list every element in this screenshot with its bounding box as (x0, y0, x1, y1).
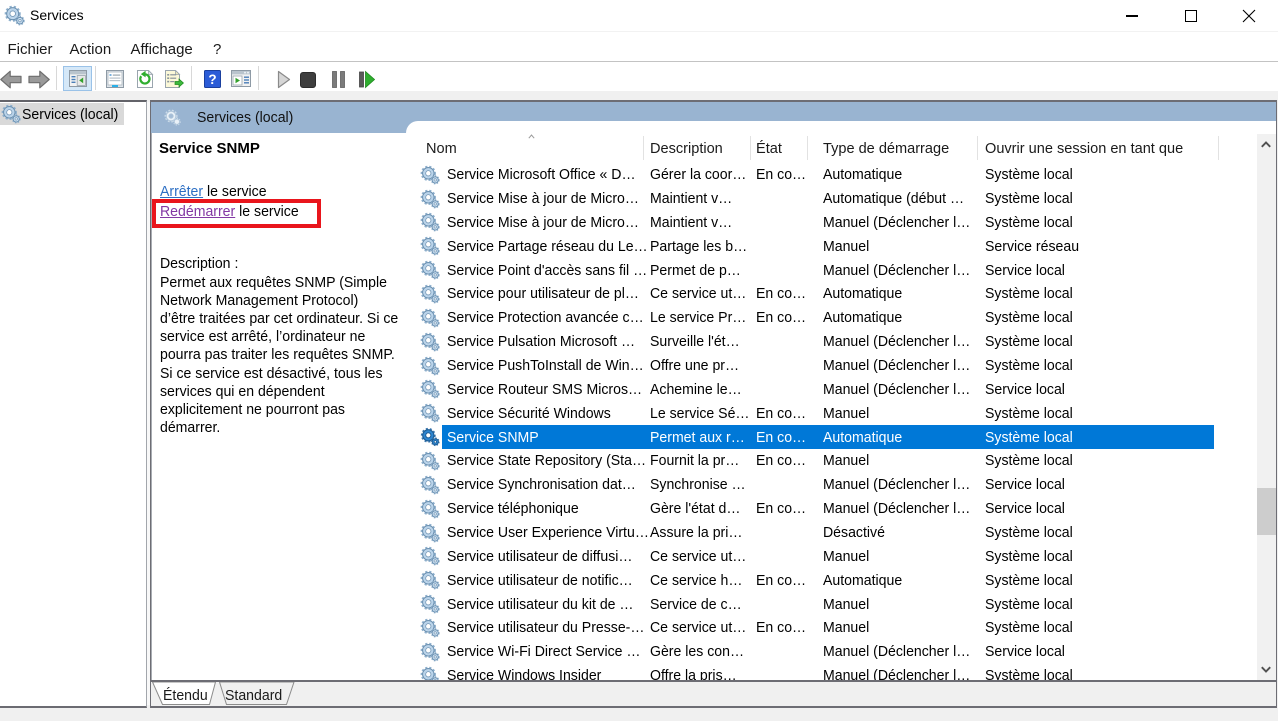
svg-text:?: ? (208, 71, 216, 86)
